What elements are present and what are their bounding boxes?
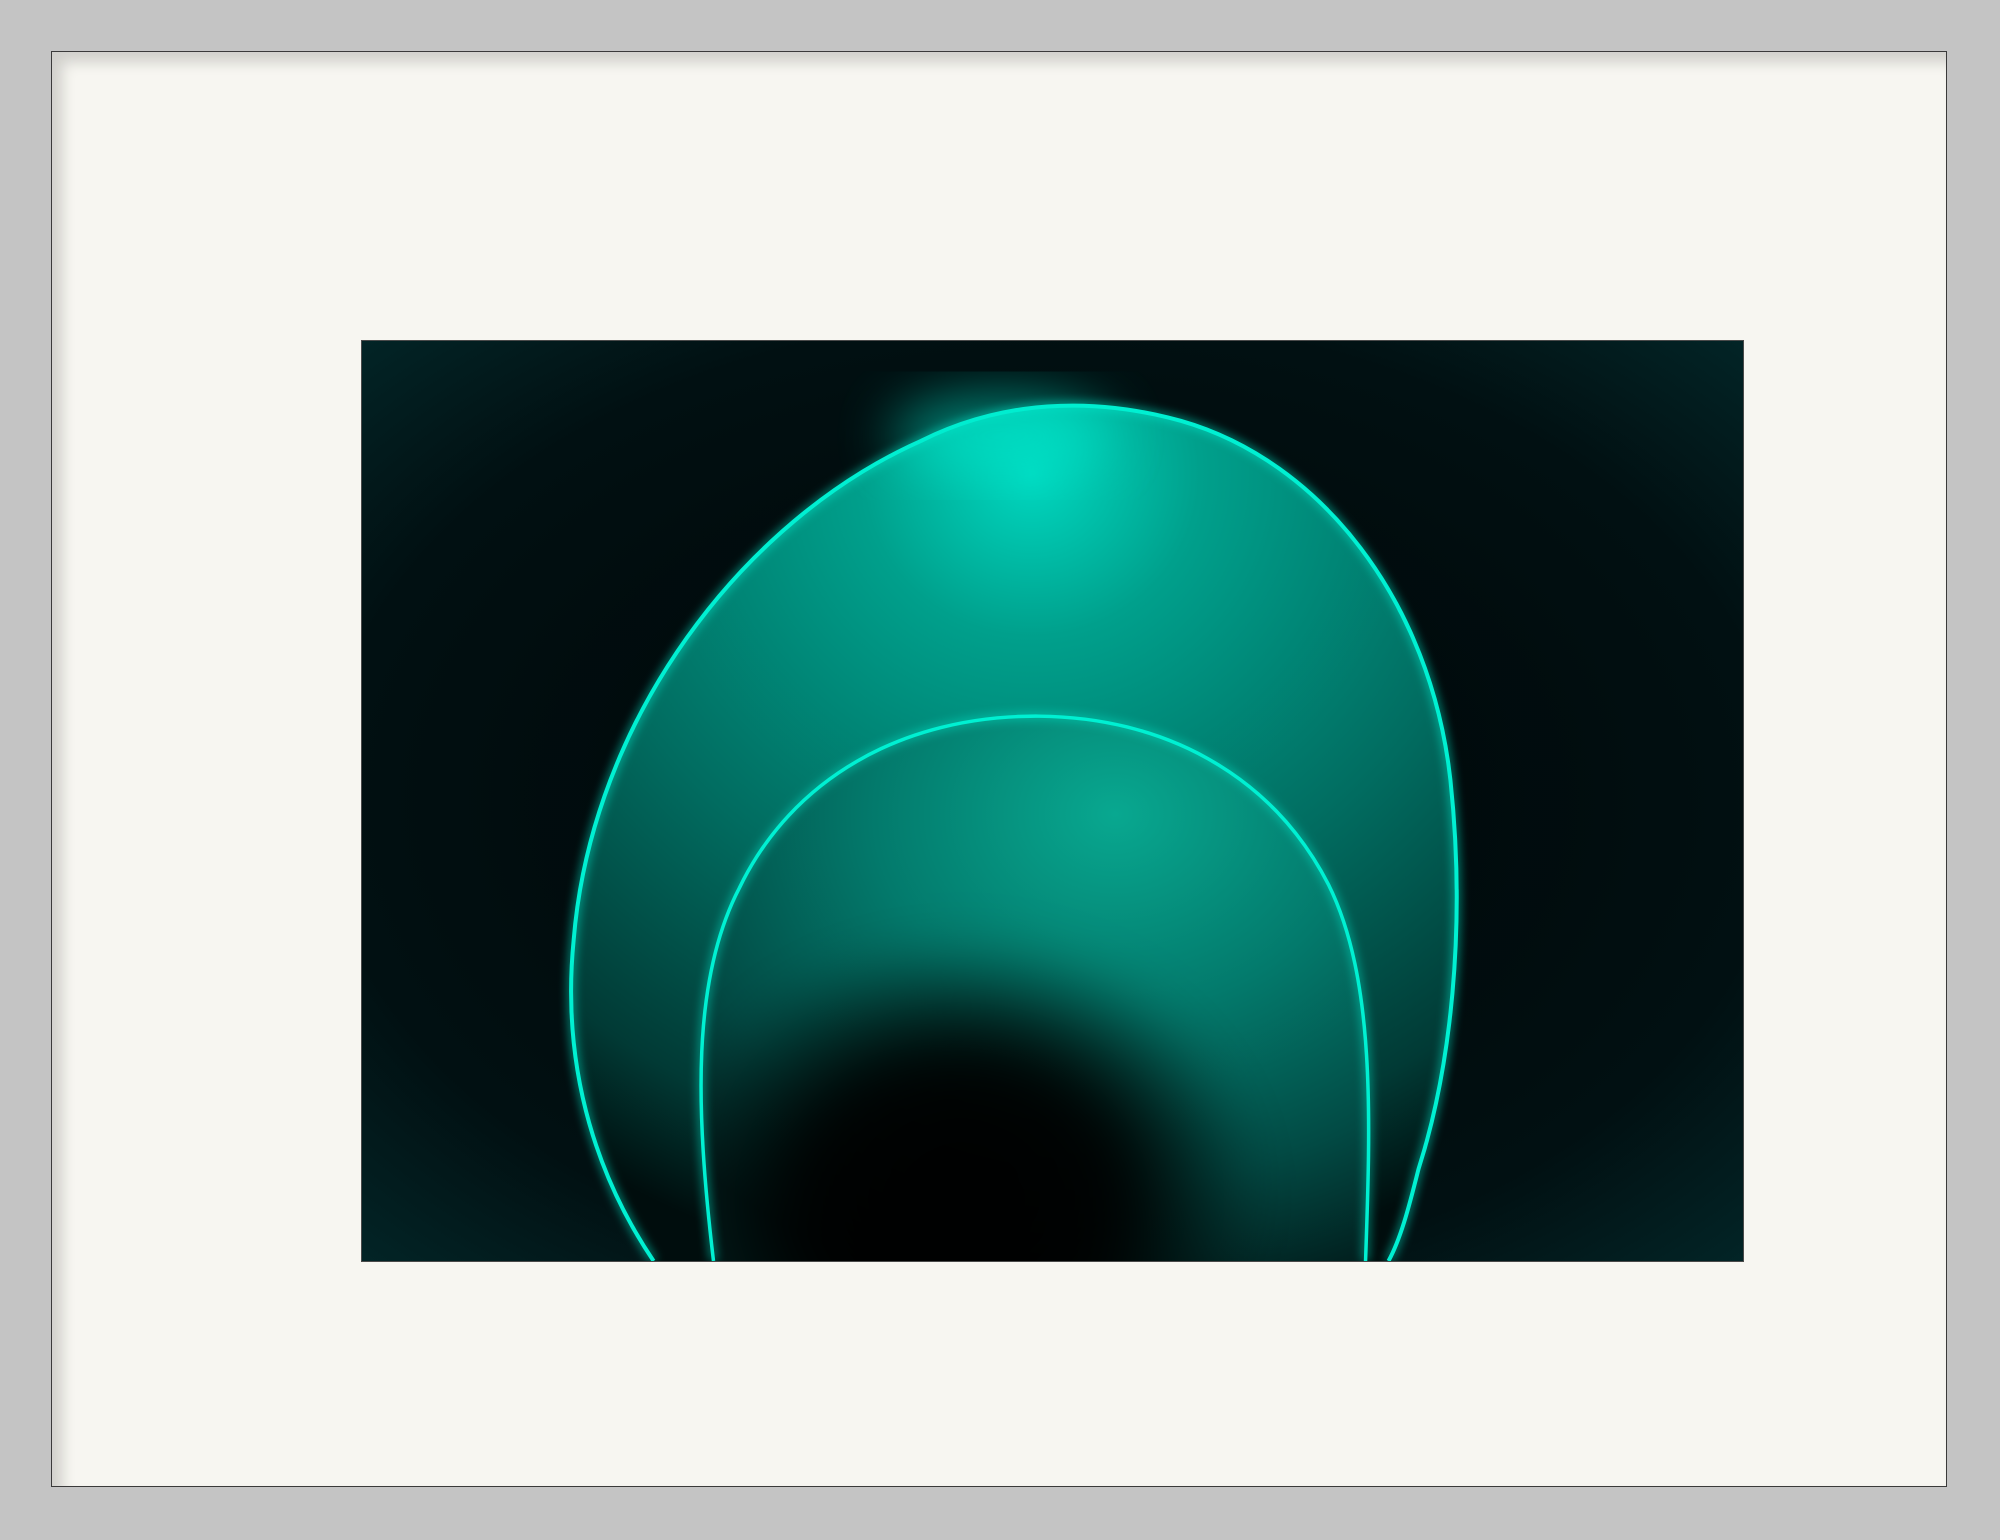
abstract-teal-arches <box>362 341 1743 1261</box>
picture-frame <box>0 0 2000 1540</box>
top-highlight <box>891 395 1111 476</box>
passe-partout-mat <box>51 51 1947 1487</box>
framed-artwork <box>361 340 1744 1262</box>
